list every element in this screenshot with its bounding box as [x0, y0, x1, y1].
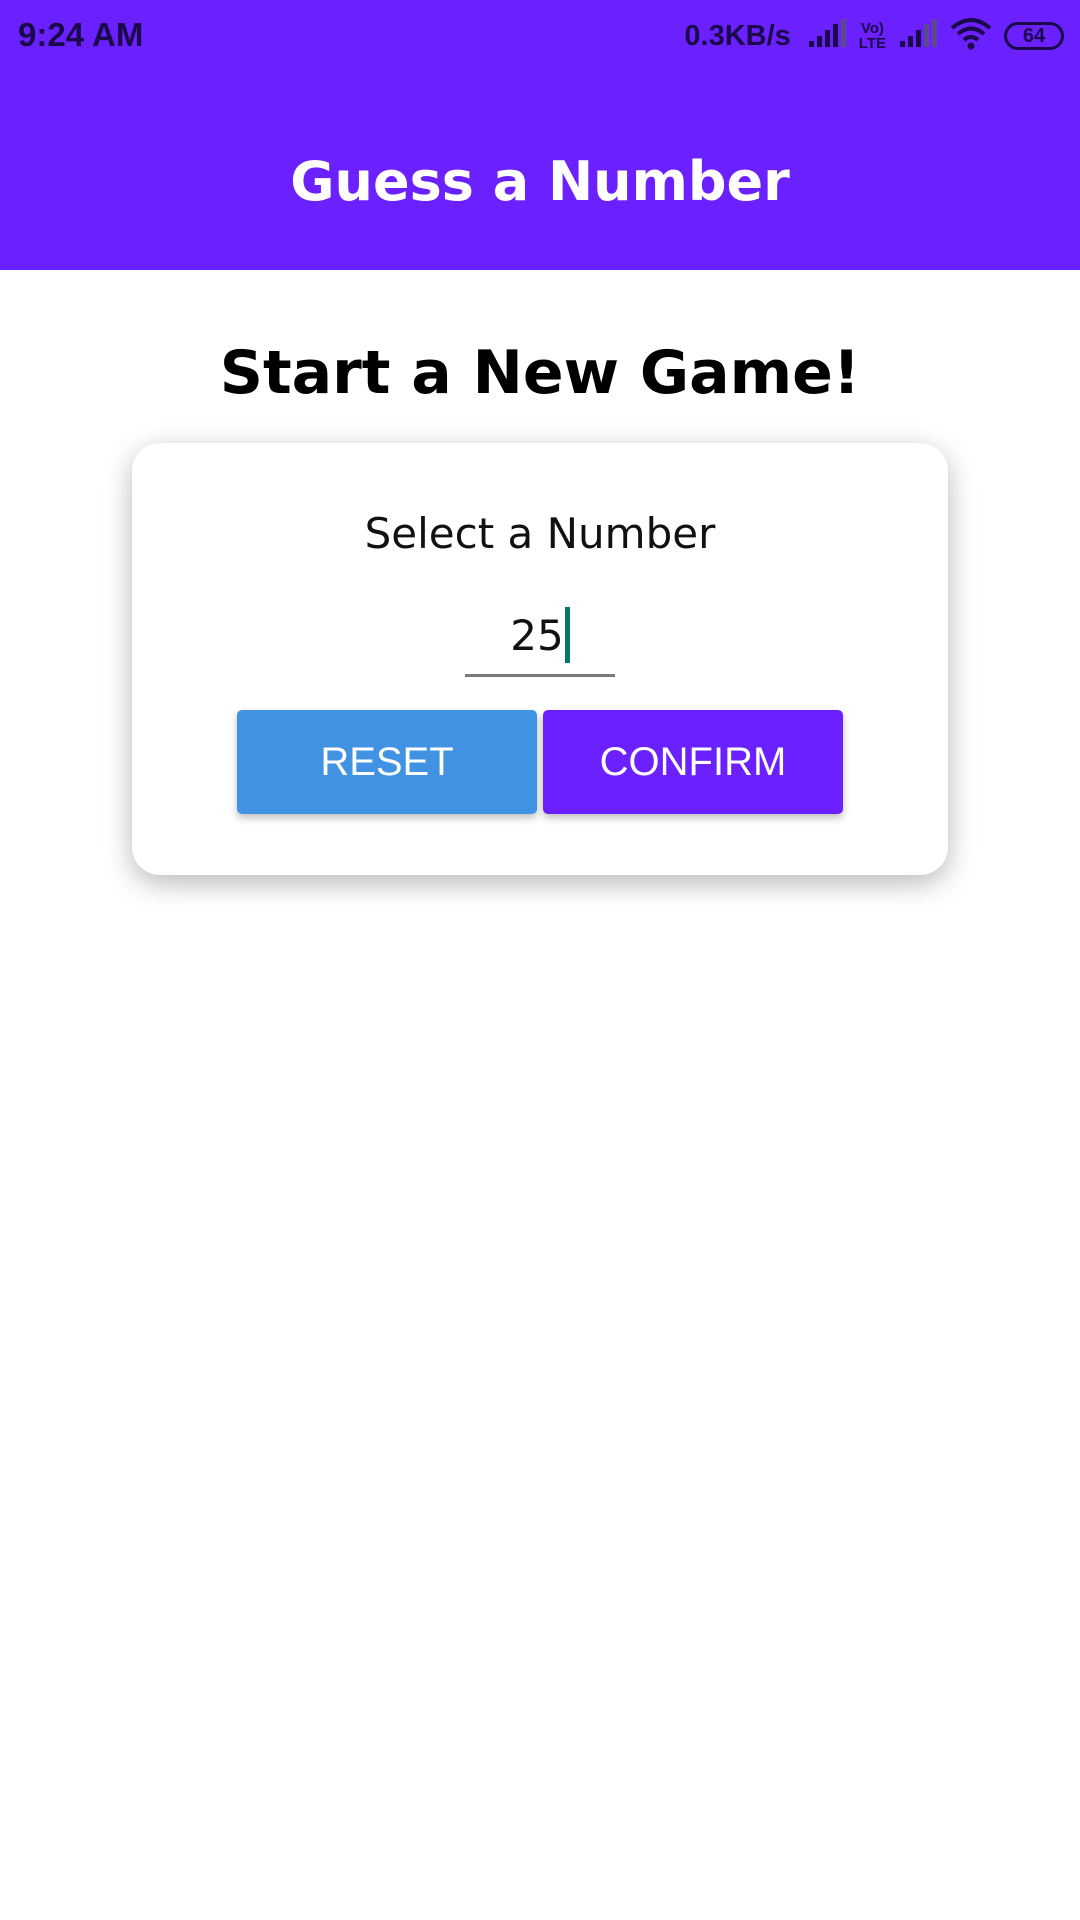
battery-icon: 64	[1004, 22, 1064, 50]
confirm-button[interactable]: CONFIRM	[543, 710, 843, 814]
select-number-label: Select a Number	[364, 509, 716, 558]
battery-level: 64	[1004, 22, 1064, 50]
reset-button[interactable]: RESET	[237, 710, 537, 814]
volte-line-1: Vo)	[860, 20, 884, 37]
signal-icon	[898, 18, 938, 54]
volte-line-2: LTE	[858, 35, 886, 52]
network-speed: 0.3KB/s	[684, 19, 791, 52]
number-input-card: Select a Number 25 RESET CONFIRM	[132, 443, 948, 875]
status-time: 9:24 AM	[18, 16, 144, 53]
number-input-text: 25	[510, 611, 564, 660]
number-input[interactable]: 25	[465, 603, 615, 677]
status-bar: 9:24 AM 0.3KB/s Vo) LTE 64	[0, 0, 1080, 76]
text-cursor	[564, 606, 570, 663]
volte-icon: Vo) LTE	[859, 21, 886, 51]
number-input-value[interactable]: 25	[465, 606, 615, 663]
app-header: 9:24 AM 0.3KB/s Vo) LTE 64 Guess a Numbe…	[0, 0, 1080, 270]
status-icons: 0.3KB/s Vo) LTE 64	[684, 14, 1064, 58]
signal-icon	[807, 18, 847, 54]
page-title: Start a New Game!	[219, 338, 861, 408]
wifi-icon	[950, 17, 992, 55]
app-title: Guess a Number	[290, 150, 790, 213]
